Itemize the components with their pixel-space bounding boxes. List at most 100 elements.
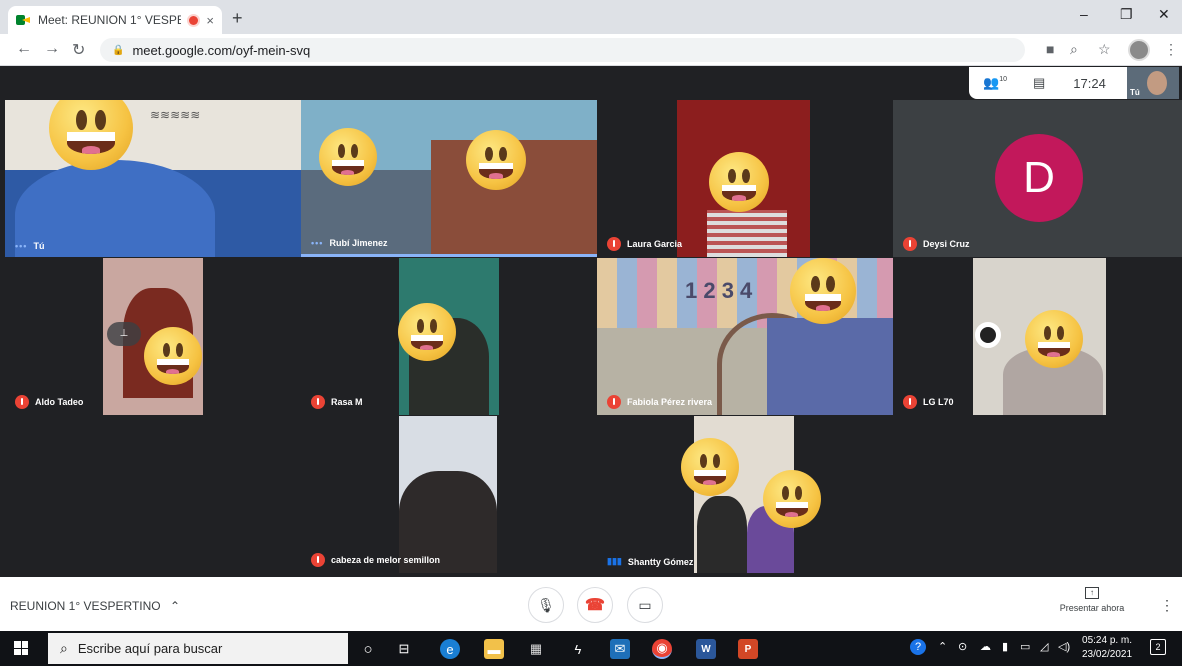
- participant-tile[interactable]: Laura Garcia: [597, 100, 893, 257]
- bookmark-star-icon[interactable]: ☆: [1098, 41, 1111, 58]
- notifications-icon[interactable]: 2: [1150, 639, 1166, 655]
- whiteboard-drawing: ≋≋≋≋≋: [150, 108, 201, 122]
- self-view-label: Tú: [1130, 88, 1140, 97]
- meeting-details-toggle[interactable]: REUNION 1° VESPERTINO ⌃: [10, 599, 180, 613]
- participants-count: 10: [999, 75, 1007, 83]
- minimize-button[interactable]: –: [1080, 6, 1088, 22]
- browser-tab[interactable]: Meet: REUNION 1° VESPERTI ×: [8, 6, 222, 34]
- powerpoint-icon[interactable]: P: [738, 639, 758, 659]
- new-tab-button[interactable]: +: [232, 8, 243, 29]
- lock-icon: 🔒: [112, 44, 125, 56]
- camera-button[interactable]: ▭: [627, 587, 663, 623]
- present-now-button[interactable]: ↑ Presentar ahora: [1052, 587, 1132, 613]
- windows-start-icon[interactable]: [14, 641, 28, 655]
- volume-icon[interactable]: ◁): [1058, 640, 1070, 653]
- chrome-icon[interactable]: ◉: [652, 639, 672, 659]
- participant-tile[interactable]: ≋≋≋≋≋ ••• Tú: [5, 100, 301, 257]
- speaking-dots-icon: •••: [15, 241, 28, 251]
- emoji-face-icon: [466, 130, 526, 190]
- participant-name: Rubí Jimenez: [329, 238, 388, 248]
- app-icon[interactable]: ϟ: [568, 639, 588, 659]
- emoji-face-icon: [144, 327, 202, 385]
- tab-title: Meet: REUNION 1° VESPERTI: [38, 13, 182, 27]
- network-icon[interactable]: ◿: [1040, 640, 1048, 653]
- participant-tile[interactable]: 1 2 3 4 Fabiola Pérez rivera: [597, 258, 893, 415]
- tab-close-button[interactable]: ×: [206, 13, 214, 28]
- present-now-label: Presentar ahora: [1059, 603, 1125, 613]
- taskbar-search-box[interactable]: ⌕ Escribe aquí para buscar: [48, 633, 348, 664]
- meet-tray-icon[interactable]: ⊙: [958, 640, 967, 653]
- cortana-icon[interactable]: ○: [358, 639, 378, 659]
- meet-favicon-icon: [16, 14, 30, 26]
- onedrive-icon[interactable]: ☁: [980, 640, 991, 653]
- mic-off-icon: [15, 395, 29, 409]
- participant-tile[interactable]: ⊥ Aldo Tadeo: [5, 258, 301, 415]
- browser-toolbar: ← → ↻ 🔒 meet.google.com/oyf-mein-svq ■ ⌕…: [0, 34, 1182, 66]
- search-icon: ⌕: [60, 640, 68, 656]
- meet-control-bar: REUNION 1° VESPERTINO ⌃ 🎙 ☎ ▭ ↑ Presenta…: [0, 577, 1182, 631]
- participant-name: Laura Garcia: [627, 239, 683, 249]
- word-icon[interactable]: W: [696, 639, 716, 659]
- show-hidden-icons-icon[interactable]: ⌃: [938, 640, 947, 653]
- windows-taskbar: ⌕ Escribe aquí para buscar ○ ⊟ e ▬ ▦ ϟ ✉…: [0, 631, 1182, 666]
- url-text: meet.google.com/oyf-mein-svq: [132, 42, 311, 58]
- search-placeholder: Escribe aquí para buscar: [77, 641, 223, 656]
- mail-icon[interactable]: ✉: [610, 639, 630, 659]
- mic-off-icon: [607, 395, 621, 409]
- mic-off-icon: [607, 237, 621, 251]
- microphone-tray-icon[interactable]: ▮: [1002, 640, 1008, 653]
- meet-info-panel: 👥 10 ▤ 17:24: [969, 67, 1127, 99]
- clock-date: 23/02/2021: [1082, 649, 1133, 660]
- emoji-face-icon: [763, 470, 821, 528]
- recording-indicator-icon: [189, 15, 199, 25]
- taskbar-clock[interactable]: 05:24 p. m. 23/02/2021: [1082, 634, 1132, 662]
- participant-name: LG L70: [923, 397, 954, 407]
- chat-icon[interactable]: ▤: [1033, 75, 1045, 91]
- participant-tile[interactable]: D Deysi Cruz: [893, 100, 1182, 257]
- store-icon[interactable]: ▦: [526, 639, 546, 659]
- microphone-icon: 🎙: [537, 596, 555, 613]
- participant-name: Rasa M: [331, 397, 363, 407]
- number-poster: 1 2 3 4: [685, 278, 753, 303]
- panda-decoration: [975, 322, 1001, 348]
- profile-avatar[interactable]: [1128, 39, 1150, 61]
- emoji-face-icon: [681, 438, 739, 496]
- mic-off-icon: [311, 553, 325, 567]
- browser-tab-strip: Meet: REUNION 1° VESPERTI × + – ❐ ✕: [0, 0, 1182, 34]
- pin-button[interactable]: ⊥: [107, 322, 141, 346]
- present-icon: ↑: [1085, 587, 1099, 599]
- edge-icon[interactable]: e: [440, 639, 460, 659]
- chevron-up-icon: ⌃: [169, 599, 181, 613]
- more-options-icon[interactable]: ⋮: [1160, 597, 1174, 614]
- restore-button[interactable]: ❐: [1120, 6, 1133, 23]
- browser-menu-icon[interactable]: ⋮: [1164, 41, 1178, 58]
- emoji-face-icon: [1025, 310, 1083, 368]
- battery-icon[interactable]: ▭: [1020, 640, 1030, 653]
- help-icon[interactable]: ?: [910, 639, 926, 655]
- address-bar[interactable]: 🔒 meet.google.com/oyf-mein-svq: [100, 38, 1025, 62]
- leave-call-button[interactable]: ☎: [577, 587, 613, 623]
- emoji-face-icon: [790, 258, 856, 324]
- zoom-icon[interactable]: ⌕: [1070, 41, 1078, 58]
- participant-tile[interactable]: Rasa M: [301, 258, 597, 415]
- forward-arrow-icon[interactable]: →: [44, 40, 60, 58]
- emoji-face-icon: [398, 303, 456, 361]
- task-view-icon[interactable]: ⊟: [394, 639, 414, 659]
- camera-in-use-icon[interactable]: ■: [1046, 41, 1054, 57]
- back-arrow-icon[interactable]: ←: [16, 40, 32, 58]
- participant-name: Deysi Cruz: [923, 239, 970, 249]
- participant-tile[interactable]: ••• Rubí Jimenez: [301, 100, 597, 257]
- participant-name: Shantty Gómez: [627, 556, 694, 567]
- participant-tile[interactable]: LG L70: [893, 258, 1182, 415]
- participant-name: Aldo Tadeo: [35, 397, 84, 407]
- close-window-button[interactable]: ✕: [1158, 6, 1170, 23]
- participant-tile[interactable]: ▮▮▮ Shantty Gómez: [597, 416, 893, 573]
- video-camera-icon: ▭: [638, 596, 652, 613]
- reload-icon[interactable]: ↻: [72, 40, 85, 60]
- participant-tile[interactable]: cabeza de melor semillon: [301, 416, 497, 573]
- self-view-thumbnail[interactable]: Tú: [1127, 67, 1179, 99]
- file-explorer-icon[interactable]: ▬: [484, 639, 504, 659]
- people-icon[interactable]: 👥: [983, 75, 999, 91]
- hang-up-icon: ☎: [585, 597, 605, 614]
- microphone-button[interactable]: 🎙: [528, 587, 564, 623]
